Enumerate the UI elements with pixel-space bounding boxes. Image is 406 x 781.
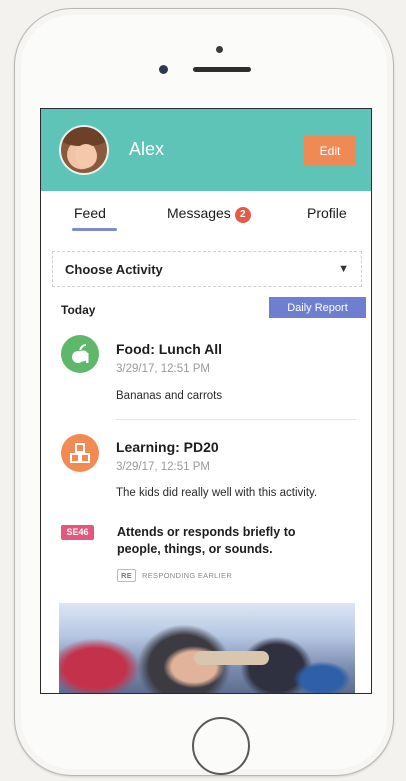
milestone-subtag-label: RESPONDING EARLIER	[142, 571, 233, 580]
home-button[interactable]	[192, 717, 250, 775]
activity-dropdown[interactable]: Choose Activity ▼	[52, 251, 362, 287]
apple-icon	[61, 335, 99, 373]
tab-messages[interactable]: Messages 2	[167, 205, 251, 223]
active-tab-indicator	[72, 228, 117, 231]
front-camera	[216, 46, 223, 53]
daily-report-button[interactable]: Daily Report	[269, 297, 366, 318]
milestone-text: Attends or responds briefly to people, t…	[117, 525, 296, 556]
section-label-today: Today	[61, 303, 96, 317]
proximity-sensor	[159, 65, 168, 74]
feed-item-title[interactable]: Learning: PD20	[116, 439, 219, 455]
tab-feed-label: Feed	[74, 205, 106, 221]
tab-profile[interactable]: Profile	[307, 205, 347, 221]
milestone-tag: SE46	[61, 525, 94, 540]
tab-bar: Feed Messages 2 Profile	[41, 191, 371, 235]
feed-item-description: Bananas and carrots	[116, 390, 223, 402]
milestone-subtag-code: RE	[117, 569, 137, 582]
avatar[interactable]	[59, 125, 109, 175]
profile-header: Alex Edit	[41, 109, 371, 191]
milestone-subtag: RE RESPONDING EARLIER	[117, 569, 232, 582]
app-screen: Alex Edit Feed Messages 2 Profile Choose …	[40, 108, 372, 694]
tab-feed[interactable]: Feed	[74, 205, 106, 221]
unread-badge: 2	[234, 207, 251, 223]
feed-item-date: 3/29/17, 12:51 PM	[116, 461, 210, 473]
edit-button[interactable]: Edit	[304, 136, 356, 165]
child-name: Alex	[129, 139, 165, 159]
tab-profile-label: Profile	[307, 205, 347, 221]
feed-photo[interactable]	[59, 603, 355, 693]
feed-item-title[interactable]: Food: Lunch All	[116, 341, 222, 357]
feed-item-description: The kids did really well with this activ…	[116, 487, 318, 499]
avatar-face	[75, 144, 97, 168]
activity-dropdown-value: Choose Activity	[65, 262, 163, 277]
dropdown-arrow-icon: ▼	[338, 263, 349, 275]
photo-shape	[289, 659, 355, 693]
photo-shape	[194, 651, 269, 665]
feed-item-date: 3/29/17, 12:51 PM	[116, 363, 210, 375]
tab-messages-label: Messages	[167, 205, 231, 221]
earpiece-speaker	[193, 67, 251, 72]
blocks-icon	[61, 434, 99, 472]
feed-divider	[116, 419, 356, 420]
